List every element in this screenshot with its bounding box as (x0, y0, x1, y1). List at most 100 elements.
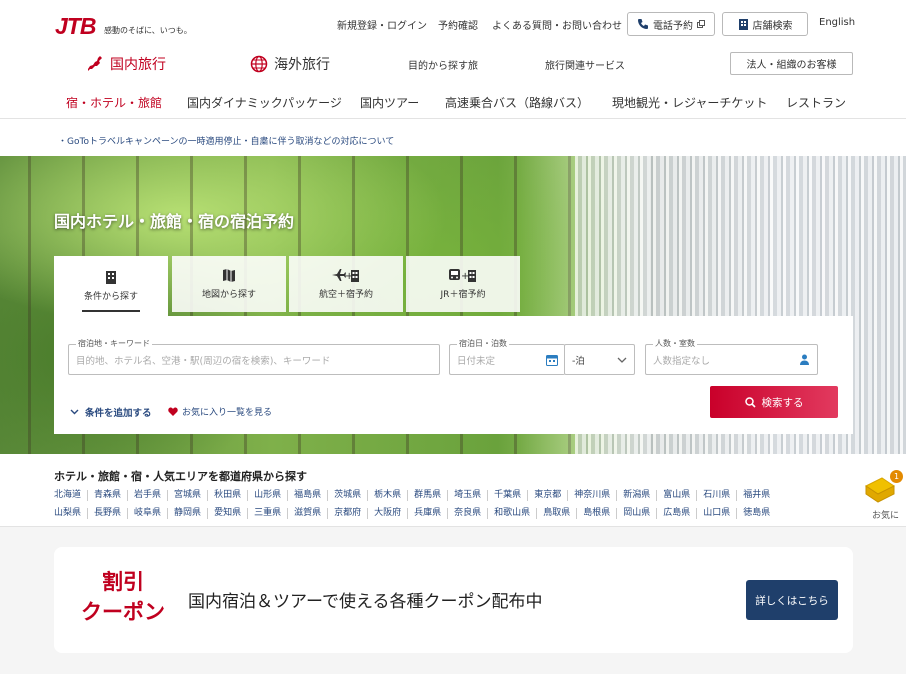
coupon-banner[interactable]: 割引 クーポン 国内宿泊＆ツアーで使える各種クーポン配布中 詳しくはこちら (54, 547, 853, 653)
pref-link[interactable]: 山形県 (247, 490, 287, 501)
tab-overseas-travel[interactable]: 海外旅行 (250, 51, 360, 77)
search-tab-conditions[interactable]: 条件から探す (54, 256, 168, 316)
cat-restaurant[interactable]: レストラン (786, 94, 846, 111)
favorites-count-badge: 1 (890, 470, 903, 483)
prefecture-row-1: 北海道 青森県 岩手県 宮城県 秋田県 山形県 福島県 茨城県 栃木県 群馬県 … (54, 490, 776, 501)
search-tab-jr-hotel[interactable]: + JR＋宿予約 (406, 256, 520, 312)
pref-link[interactable]: 群馬県 (407, 490, 447, 501)
japan-map-icon (88, 56, 102, 71)
coupon-details-button[interactable]: 詳しくはこちら (746, 580, 838, 620)
pref-link[interactable]: 北海道 (54, 490, 87, 501)
pref-link[interactable]: 富山県 (656, 490, 696, 501)
phone-reservation-button[interactable]: 電話予約 (627, 12, 715, 36)
pref-link[interactable]: 埼玉県 (447, 490, 487, 501)
cat-dynamic-package[interactable]: 国内ダイナミックパッケージ (187, 94, 342, 111)
header-divider (0, 118, 906, 119)
pref-link[interactable]: 新潟県 (616, 490, 656, 501)
pref-link[interactable]: 山梨県 (54, 508, 87, 519)
coupon-heading-line2: クーポン (81, 600, 165, 624)
login-link[interactable]: 新規登録・ログイン (337, 17, 427, 32)
notice-link[interactable]: ・GoToトラベルキャンペーンの一時適用停止・自粛に伴う取消などの対応について (58, 134, 394, 147)
pref-link[interactable]: 千葉県 (487, 490, 527, 501)
person-icon (800, 354, 809, 365)
pref-link[interactable]: 岐阜県 (127, 508, 167, 519)
nights-value: -泊 (572, 355, 585, 367)
map-icon (223, 269, 235, 282)
category-nav: 宿・ホテル・旅館 国内ダイナミックパッケージ 国内ツアー 高速乗合バス（路線バス… (0, 88, 906, 118)
jtb-logo[interactable]: JTB (54, 12, 100, 38)
search-panel: 目的地、ホテル名、空港・駅(周辺の宿を検索)、キーワード 宿泊地・キーワード 日… (54, 316, 853, 434)
reservation-check-link[interactable]: 予約確認 (438, 17, 478, 32)
date-value: 日付未定 (457, 355, 496, 367)
pref-link[interactable]: 京都府 (327, 508, 367, 519)
train-plus-hotel-icon: + (449, 269, 476, 282)
search-tab-label: 航空＋宿予約 (318, 290, 373, 300)
guests-value: 人数指定なし (653, 355, 711, 367)
plane-plus-hotel-icon: + (332, 269, 359, 282)
cat-domestic-tour[interactable]: 国内ツアー (360, 94, 419, 111)
pref-link[interactable]: 愛知県 (207, 508, 247, 519)
faq-link[interactable]: よくある質問・お問い合わせ (492, 17, 622, 32)
purpose-travel-link[interactable]: 目的から探す旅 (408, 57, 478, 72)
calendar-icon (546, 354, 558, 366)
pref-link[interactable]: 奈良県 (447, 508, 487, 519)
corporate-button[interactable]: 法人・組織のお客様 (730, 52, 853, 75)
phone-icon (638, 19, 648, 29)
pref-link[interactable]: 長野県 (87, 508, 127, 519)
coupon-heading: 割引 クーポン (78, 567, 168, 627)
hero-title: 国内ホテル・旅館・宿の宿泊予約 (54, 212, 295, 231)
pref-link[interactable]: 広島県 (656, 508, 696, 519)
pref-link[interactable]: 島根県 (576, 508, 616, 519)
search-icon (744, 396, 756, 408)
pref-link[interactable]: 栃木県 (367, 490, 407, 501)
travel-services-link[interactable]: 旅行関連サービス (545, 57, 625, 72)
pref-link[interactable]: 鳥取県 (536, 508, 576, 519)
building-icon (738, 19, 748, 30)
pref-link[interactable]: 東京都 (527, 490, 567, 501)
cat-hotel[interactable]: 宿・ホテル・旅館 (66, 94, 162, 111)
external-window-icon (697, 20, 705, 28)
tab-overseas-label: 海外旅行 (274, 57, 330, 73)
pref-link[interactable]: 青森県 (87, 490, 127, 501)
pref-link[interactable]: 宮城県 (167, 490, 207, 501)
hotel-icon (106, 271, 116, 284)
store-search-button[interactable]: 店舗検索 (722, 12, 808, 36)
pref-link[interactable]: 静岡県 (167, 508, 207, 519)
prefecture-row-2: 山梨県 長野県 岐阜県 静岡県 愛知県 三重県 滋賀県 京都府 大阪府 兵庫県 … (54, 508, 776, 519)
pref-link[interactable]: 福井県 (736, 490, 776, 501)
store-search-label: 店舗検索 (752, 20, 793, 32)
chevron-down-icon (70, 409, 79, 415)
hero-banner: 国内ホテル・旅館・宿の宿泊予約 条件から探す 地図から探す + 航空＋宿予約 +… (0, 156, 906, 454)
english-link[interactable]: English (819, 17, 855, 28)
pref-link[interactable]: 三重県 (247, 508, 287, 519)
destination-label: 宿泊地・キーワード (76, 338, 152, 349)
pref-link[interactable]: 徳島県 (736, 508, 776, 519)
coupon-heading-line1: 割引 (102, 570, 144, 594)
search-tab-map[interactable]: 地図から探す (172, 256, 286, 312)
pref-link[interactable]: 福島県 (287, 490, 327, 501)
search-tab-air-hotel[interactable]: + 航空＋宿予約 (289, 256, 403, 312)
nights-select[interactable]: -泊 (564, 344, 635, 375)
pref-link[interactable]: 滋賀県 (287, 508, 327, 519)
add-conditions-toggle[interactable]: 条件を追加する (70, 405, 152, 419)
pref-link[interactable]: 兵庫県 (407, 508, 447, 519)
pref-link[interactable]: 秋田県 (207, 490, 247, 501)
pref-link[interactable]: 和歌山県 (487, 508, 536, 519)
pref-link[interactable]: 石川県 (696, 490, 736, 501)
pref-link[interactable]: 岡山県 (616, 508, 656, 519)
pref-link[interactable]: 岩手県 (127, 490, 167, 501)
favorites-list-link[interactable]: お気に入り一覧を見る (168, 405, 272, 418)
pref-link[interactable]: 茨城県 (327, 490, 367, 501)
tab-domestic-travel[interactable]: 国内旅行 (86, 51, 196, 77)
search-button[interactable]: 検索する (710, 386, 838, 418)
search-tab-label: JR＋宿予約 (440, 290, 486, 300)
pref-link[interactable]: 大阪府 (367, 508, 407, 519)
heart-icon (168, 407, 178, 416)
cat-local-tickets[interactable]: 現地観光・レジャーチケット (612, 94, 767, 111)
globe-icon (250, 55, 268, 73)
add-conditions-label: 条件を追加する (85, 408, 152, 419)
cat-highway-bus[interactable]: 高速乗合バス（路線バス） (445, 94, 589, 111)
pref-link[interactable]: 山口県 (696, 508, 736, 519)
favorites-widget[interactable]: 1 お気に (862, 470, 903, 521)
pref-link[interactable]: 神奈川県 (567, 490, 616, 501)
